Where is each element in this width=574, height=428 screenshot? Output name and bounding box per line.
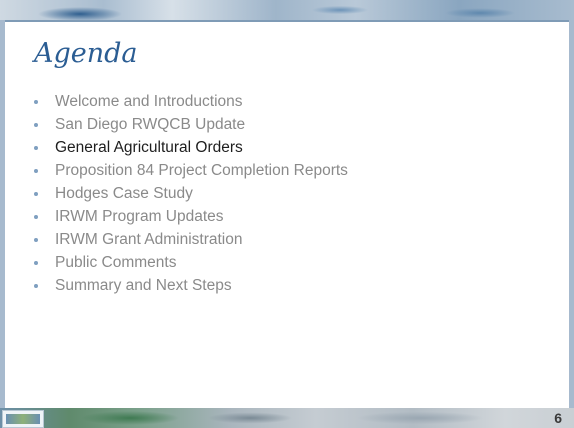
agenda-item-label: Proposition 84 Project Completion Report… [55,161,348,179]
agenda-item-label: Hodges Case Study [55,184,193,202]
agenda-list: Welcome and Introductions San Diego RWQC… [34,90,348,297]
slide-title: Agenda [34,38,138,69]
agenda-item-label: Summary and Next Steps [55,276,232,294]
agenda-item-rwqcb-update: San Diego RWQCB Update [34,113,348,136]
agenda-item-label: Welcome and Introductions [55,92,243,110]
bottom-decorative-banner [0,408,574,428]
bullet-icon [34,260,38,265]
bullet-icon [34,145,38,150]
agenda-item-welcome: Welcome and Introductions [34,90,348,113]
bullet-icon [34,99,38,104]
title-rule [5,20,569,22]
logo-mark-icon [6,414,40,424]
bullet-icon [34,122,38,127]
agenda-item-prop84-reports: Proposition 84 Project Completion Report… [34,159,348,182]
bullet-icon [34,168,38,173]
top-decorative-banner [0,0,574,20]
bullet-icon [34,191,38,196]
agenda-item-agricultural-orders: General Agricultural Orders [34,136,348,159]
agenda-item-public-comments: Public Comments [34,251,348,274]
agenda-item-label: San Diego RWQCB Update [55,115,246,133]
agenda-item-irwm-grant-administration: IRWM Grant Administration [34,228,348,251]
slide: Agenda Welcome and Introductions San Die… [0,0,574,428]
agenda-item-summary-next-steps: Summary and Next Steps [34,274,348,297]
right-frame-border [569,20,574,408]
agenda-item-label: IRWM Grant Administration [55,230,243,248]
bullet-icon [34,237,38,242]
slide-page-number: 6 [554,410,562,426]
bullet-icon [34,214,38,219]
agenda-item-label: IRWM Program Updates [55,207,224,225]
agenda-item-hodges-case-study: Hodges Case Study [34,182,348,205]
left-frame-border [0,20,5,408]
bullet-icon [34,283,38,288]
agenda-item-label: General Agricultural Orders [55,138,243,156]
irwm-logo [2,410,44,428]
agenda-item-label: Public Comments [55,253,177,271]
agenda-item-irwm-program-updates: IRWM Program Updates [34,205,348,228]
